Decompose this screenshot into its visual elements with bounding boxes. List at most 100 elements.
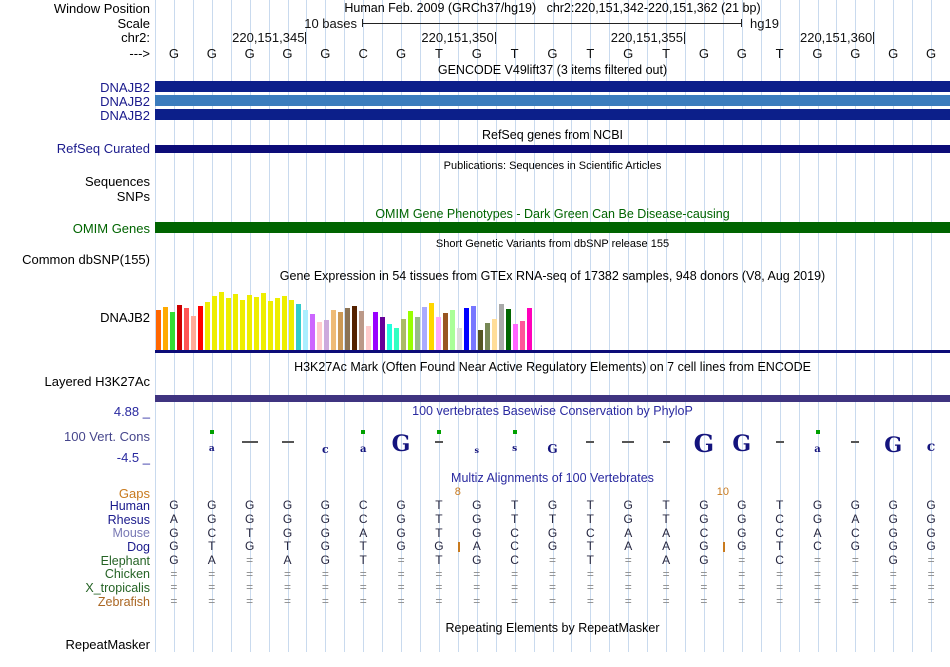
unalignable-marker: = xyxy=(571,595,609,608)
gtex-expression-bar[interactable] xyxy=(520,321,525,350)
gtex-expression-bar[interactable] xyxy=(254,297,259,350)
gtex-expression-bar[interactable] xyxy=(366,326,371,350)
gtex-expression-bar[interactable] xyxy=(443,313,448,350)
gtex-expression-bar[interactable] xyxy=(436,317,441,350)
gtex-expression-bar[interactable] xyxy=(499,304,504,350)
gtex-expression-bar[interactable] xyxy=(492,319,497,350)
publications-title[interactable]: Publications: Sequences in Scientific Ar… xyxy=(155,160,950,172)
gtex-expression-bar[interactable] xyxy=(303,310,308,350)
gtex-expression-bar[interactable] xyxy=(156,310,161,350)
species-label[interactable]: Zebrafish xyxy=(0,595,150,609)
position-title: Human Feb. 2009 (GRCh37/hg19) chr2:220,1… xyxy=(155,1,950,15)
refseq-curated-label[interactable]: RefSeq Curated xyxy=(0,141,150,156)
gtex-expression-bar[interactable] xyxy=(205,302,210,350)
gtex-expression-bar[interactable] xyxy=(457,328,462,350)
gtex-expression-bar[interactable] xyxy=(527,308,532,350)
gtex-expression-bar[interactable] xyxy=(240,300,245,350)
multiz-title[interactable]: Multiz Alignments of 100 Vertebrates xyxy=(155,471,950,485)
gtex-expression-bar[interactable] xyxy=(352,306,357,350)
repeatmasker-title[interactable]: Repeating Elements by RepeatMasker xyxy=(155,621,950,635)
species-label[interactable]: Elephant xyxy=(0,554,150,568)
gtex-expression-bar[interactable] xyxy=(163,307,168,350)
gtex-expression-bar[interactable] xyxy=(170,312,175,350)
gtex-expression-bar[interactable] xyxy=(226,298,231,350)
gene-label-dnajb2-3[interactable]: DNAJB2 xyxy=(0,108,150,123)
aligned-base: T xyxy=(344,554,382,567)
gtex-expression-bar[interactable] xyxy=(261,293,266,350)
layered-h3k27ac-label[interactable]: Layered H3K27Ac xyxy=(0,374,150,389)
species-label[interactable]: Chicken xyxy=(0,567,150,581)
gtex-expression-bar[interactable] xyxy=(394,328,399,350)
gtex-expression-chart[interactable] xyxy=(155,286,950,350)
gtex-expression-bar[interactable] xyxy=(485,323,490,350)
gtex-expression-bar[interactable] xyxy=(387,324,392,350)
gtex-expression-bar[interactable] xyxy=(506,309,511,350)
gtex-expression-bar[interactable] xyxy=(373,312,378,350)
omim-title[interactable]: OMIM Gene Phenotypes - Dark Green Can Be… xyxy=(155,207,950,221)
omim-genes-label[interactable]: OMIM Genes xyxy=(0,221,150,236)
gtex-expression-bar[interactable] xyxy=(331,310,336,350)
aligned-base: G xyxy=(193,499,231,512)
reference-base: T xyxy=(761,46,799,61)
gtex-expression-bar[interactable] xyxy=(338,312,343,350)
gtex-expression-bar[interactable] xyxy=(513,324,518,350)
gtex-expression-bar[interactable] xyxy=(268,301,273,350)
gtex-expression-bar[interactable] xyxy=(359,311,364,350)
gtex-gene-model-line[interactable] xyxy=(155,350,950,353)
gtex-expression-bar[interactable] xyxy=(198,306,203,350)
gtex-expression-bar[interactable] xyxy=(184,308,189,350)
omim-gene-bar[interactable] xyxy=(155,222,950,233)
gtex-expression-bar[interactable] xyxy=(464,308,469,350)
sequences-label[interactable]: Sequences xyxy=(0,174,150,189)
gtex-expression-bar[interactable] xyxy=(429,303,434,350)
gene-bar-dnajb2-2[interactable] xyxy=(155,95,950,106)
species-label[interactable]: Human xyxy=(0,499,150,513)
gene-label-dnajb2-2[interactable]: DNAJB2 xyxy=(0,94,150,109)
gtex-expression-bar[interactable] xyxy=(317,322,322,350)
refseq-gene-bar[interactable] xyxy=(155,145,950,153)
species-label[interactable]: Rhesus xyxy=(0,513,150,527)
gtex-expression-bar[interactable] xyxy=(478,330,483,350)
h3k27ac-title[interactable]: H3K27Ac Mark (Often Found Near Active Re… xyxy=(155,360,950,374)
gtex-expression-bar[interactable] xyxy=(191,316,196,350)
repeatmasker-label[interactable]: RepeatMasker xyxy=(0,637,150,652)
gtex-expression-bar[interactable] xyxy=(219,292,224,350)
snps-label[interactable]: SNPs xyxy=(0,189,150,204)
gtex-expression-bar[interactable] xyxy=(415,317,420,350)
gene-bar-dnajb2-3[interactable] xyxy=(155,109,950,120)
gtex-expression-bar[interactable] xyxy=(289,300,294,350)
unalignable-marker: = xyxy=(420,595,458,608)
gtex-expression-bar[interactable] xyxy=(247,295,252,350)
gtex-expression-bar[interactable] xyxy=(177,305,182,350)
gtex-expression-bar[interactable] xyxy=(380,317,385,350)
gtex-expression-bar[interactable] xyxy=(324,320,329,350)
dbsnp-title[interactable]: Short Genetic Variants from dbSNP releas… xyxy=(155,238,950,250)
gtex-expression-bar[interactable] xyxy=(408,311,413,350)
gtex-expression-bar[interactable] xyxy=(471,306,476,350)
gtex-title[interactable]: Gene Expression in 54 tissues from GTEx … xyxy=(155,269,950,283)
species-label[interactable]: Mouse xyxy=(0,526,150,540)
aligned-base: T xyxy=(761,499,799,512)
conservation-logo-accent xyxy=(361,430,365,434)
aligned-base: G xyxy=(306,540,344,553)
gtex-expression-bar[interactable] xyxy=(233,294,238,350)
refseq-title[interactable]: RefSeq genes from NCBI xyxy=(155,128,950,142)
common-dbsnp-label[interactable]: Common dbSNP(155) xyxy=(0,252,150,267)
gtex-gene-label[interactable]: DNAJB2 xyxy=(0,310,150,325)
species-label[interactable]: Dog xyxy=(0,540,150,554)
gtex-expression-bar[interactable] xyxy=(310,314,315,350)
gtex-expression-bar[interactable] xyxy=(422,307,427,350)
gtex-expression-bar[interactable] xyxy=(296,304,301,350)
gene-bar-dnajb2-1[interactable] xyxy=(155,81,950,92)
gtex-expression-bar[interactable] xyxy=(212,296,217,350)
gtex-expression-bar[interactable] xyxy=(282,296,287,350)
unalignable-marker: = xyxy=(231,568,269,581)
conservation-track-label[interactable]: 100 Vert. Cons xyxy=(0,429,150,444)
gtex-expression-bar[interactable] xyxy=(401,319,406,350)
gtex-expression-bar[interactable] xyxy=(450,310,455,350)
gtex-expression-bar[interactable] xyxy=(345,308,350,350)
gtex-expression-bar[interactable] xyxy=(275,298,280,350)
species-label[interactable]: X_tropicalis xyxy=(0,581,150,595)
gencode-title-text[interactable]: GENCODE V49lift37 (3 items filtered out) xyxy=(155,63,950,77)
gene-label-dnajb2-1[interactable]: DNAJB2 xyxy=(0,80,150,95)
